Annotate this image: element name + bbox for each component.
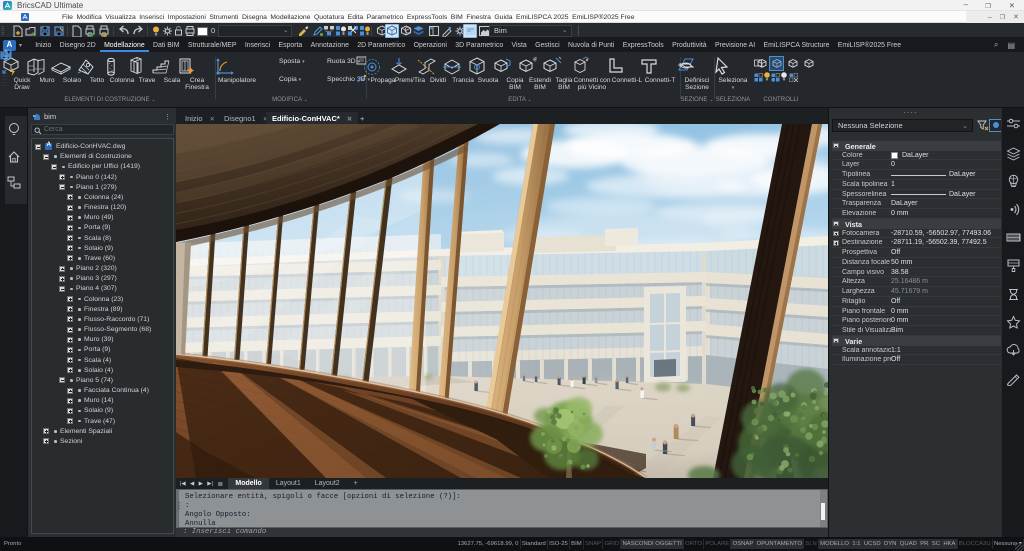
svg-text:Y: Y: [533, 58, 537, 64]
